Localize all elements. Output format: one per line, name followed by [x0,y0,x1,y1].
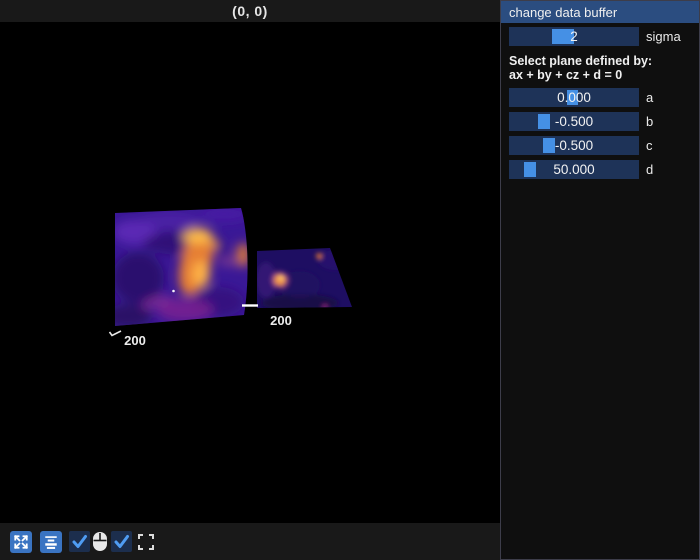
c-slider-label: c [646,138,653,153]
align-center-icon [42,533,60,551]
slider-row-a: 0.000 a [509,88,691,107]
sigma-slider-value: 2 [509,27,639,46]
volume-slice-large[interactable] [104,203,256,333]
d-slider-label: d [646,162,653,177]
panel-title: change data buffer [509,5,617,20]
c-slider[interactable]: -0.500 [509,136,639,155]
panel-title-bar[interactable]: change data buffer [501,1,699,23]
settings-panel: change data buffer 2 sigma Select plane … [500,0,700,560]
expand-arrows-icon [12,533,30,551]
sigma-slider-label: sigma [646,29,681,44]
mouse-icon [92,531,108,552]
autoscale-button[interactable] [10,531,32,553]
c-slider-value: -0.500 [509,136,639,155]
a-slider[interactable]: 0.000 [509,88,639,107]
slider-row-sigma: 2 sigma [509,27,691,46]
plane-equation-heading: Select plane defined by: ax + by + cz + … [509,54,691,82]
plot-toolbar [0,523,500,560]
checkmark-icon [111,531,132,552]
center-scene-button[interactable] [40,531,62,553]
d-slider-value: 50.000 [509,160,639,179]
b-slider-value: -0.500 [509,112,639,131]
controller-checkbox[interactable] [69,531,90,552]
axis-corner-tick [110,331,122,336]
d-slider[interactable]: 50.000 [509,160,639,179]
application-window: (0, 0) [0,0,700,560]
checkmark-icon [69,531,90,552]
volume-slice-small[interactable] [255,246,355,312]
a-slider-value: 0.000 [509,88,639,107]
slider-row-b: -0.500 b [509,112,691,131]
subplot-title: (0, 0) [232,3,268,19]
a-slider-label: a [646,90,653,105]
slider-row-c: -0.500 c [509,136,691,155]
scene-canvas[interactable]: 200 200 [0,0,500,560]
tick-label-small-slice: 200 [270,313,292,328]
panel-body: 2 sigma Select plane defined by: ax + by… [501,23,699,192]
maintain-aspect-checkbox[interactable] [111,531,132,552]
b-slider-label: b [646,114,653,129]
sigma-slider[interactable]: 2 [509,27,639,46]
subplot-title-bar: (0, 0) [0,0,500,22]
plot-viewport: (0, 0) [0,0,500,560]
fullscreen-icon[interactable] [138,534,154,550]
tick-label-large-slice: 200 [124,333,146,348]
slider-row-d: 50.000 d [509,160,691,179]
b-slider[interactable]: -0.500 [509,112,639,131]
